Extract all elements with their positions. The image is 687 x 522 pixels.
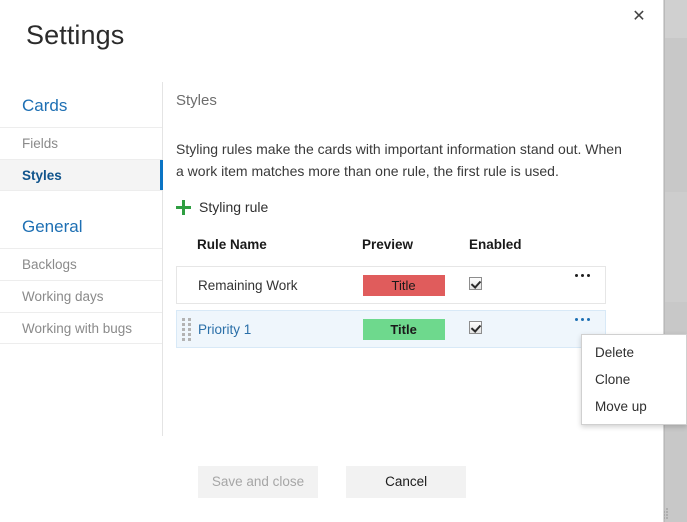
enabled-checkbox[interactable]: [469, 321, 483, 334]
settings-sidebar: Cards Fields Styles General Backlogs Wor…: [0, 82, 163, 436]
page-backdrop: [664, 0, 687, 522]
rule-preview-cell: Title: [362, 318, 470, 340]
preview-chip: Title: [362, 274, 445, 296]
row-context-menu: Delete Clone Move up: [581, 334, 687, 425]
rule-enabled-cell: [469, 277, 559, 293]
nav-group-title-general: General: [22, 217, 83, 236]
dialog-footer: Save and close Cancel: [0, 466, 664, 498]
add-styling-rule-label: Styling rule: [199, 199, 269, 215]
sidebar-item-label: Fields: [22, 136, 59, 151]
backdrop-band-middle: [665, 192, 687, 302]
ellipsis-icon[interactable]: [573, 271, 592, 280]
sidebar-item-backlogs[interactable]: Backlogs: [0, 248, 162, 280]
menu-item-clone[interactable]: Clone: [582, 366, 686, 393]
settings-content: Styles Styling rules make the cards with…: [176, 92, 643, 348]
nav-group-title-cards: Cards: [22, 96, 68, 115]
sidebar-item-fields[interactable]: Fields: [0, 127, 162, 159]
close-icon[interactable]: ✕: [627, 5, 651, 29]
add-styling-rule-button[interactable]: Styling rule: [176, 199, 268, 215]
sidebar-item-working-with-bugs[interactable]: Working with bugs: [0, 312, 162, 344]
enabled-checkbox[interactable]: [469, 277, 483, 290]
column-header-rule-name: Rule Name: [197, 237, 267, 252]
rule-preview-cell: Title: [362, 274, 470, 296]
sidebar-item-label: Working with bugs: [22, 321, 133, 336]
rule-menu-cell: [559, 267, 605, 303]
sidebar-item-styles[interactable]: Styles: [0, 159, 163, 191]
sidebar-item-working-days[interactable]: Working days: [0, 280, 162, 312]
ellipsis-icon[interactable]: [573, 315, 592, 324]
table-header-row: Rule Name Preview Enabled: [176, 237, 606, 266]
menu-item-move-up[interactable]: Move up: [582, 393, 686, 420]
column-header-menu: [559, 237, 605, 252]
nav-group-cards: Cards Fields Styles: [0, 82, 163, 191]
plus-icon: [176, 199, 191, 215]
table-row[interactable]: Priority 1 Title: [176, 310, 606, 348]
drag-handle-icon[interactable]: [182, 316, 191, 342]
column-header-preview: Preview: [362, 237, 414, 252]
sidebar-item-label: Backlogs: [22, 257, 77, 272]
sidebar-item-label: Working days: [22, 289, 104, 304]
section-description: Styling rules make the cards with import…: [176, 141, 622, 179]
page-title: Settings: [26, 20, 125, 50]
cancel-button[interactable]: Cancel: [346, 466, 467, 498]
rule-name-cell: Priority 1: [198, 321, 252, 337]
backdrop-band-top: [665, 0, 687, 38]
nav-group-general: General Backlogs Working days Working wi…: [0, 203, 162, 344]
table-row[interactable]: Remaining Work Title: [176, 266, 606, 304]
styling-rules-table: Rule Name Preview Enabled Remaining Work…: [176, 237, 606, 348]
rule-enabled-cell: [469, 321, 559, 337]
settings-dialog: ✕ Settings Cards Fields Styles General B…: [0, 0, 664, 522]
menu-item-delete[interactable]: Delete: [582, 339, 686, 366]
sidebar-item-label: Styles: [22, 168, 62, 183]
save-and-close-button[interactable]: Save and close: [197, 466, 319, 498]
preview-chip: Title: [362, 318, 445, 340]
column-header-enabled: Enabled: [469, 237, 522, 252]
section-title: Styles: [176, 92, 217, 109]
rule-name-cell: Remaining Work: [198, 277, 298, 293]
